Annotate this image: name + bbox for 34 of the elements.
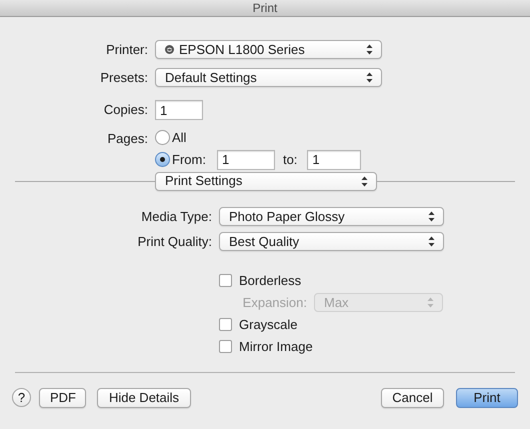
print-button[interactable]: Print <box>456 388 518 408</box>
radio-option[interactable]: From: <box>155 150 206 170</box>
printer-popup[interactable]: EPSON L1800 Series <box>155 40 382 60</box>
field-label: Pages: <box>106 130 148 148</box>
stepper-arrows-icon <box>366 44 373 56</box>
cancel-button[interactable]: Cancel <box>381 388 444 408</box>
field-label: Copies: <box>102 101 148 120</box>
stepper-arrows-icon <box>427 296 434 308</box>
printer-status-icon <box>165 45 174 54</box>
stepper-arrows-icon <box>361 176 368 186</box>
section-popup[interactable]: Print Settings <box>155 172 377 190</box>
help-button[interactable]: ? <box>12 388 31 407</box>
pdf-menu-button[interactable]: PDF <box>39 388 86 408</box>
checkbox-option[interactable]: Grayscale <box>219 314 530 334</box>
field-label: Media Type: <box>140 208 212 226</box>
radio-option[interactable]: All <box>155 128 186 148</box>
window-title: Print <box>252 0 278 17</box>
field-label: Presets: <box>99 68 148 86</box>
field-label: Print Quality: <box>136 233 212 251</box>
hide-details-button[interactable]: Hide Details <box>97 388 191 408</box>
stepper-arrows-icon <box>428 210 435 222</box>
settings-popup[interactable]: Best Quality <box>219 232 444 252</box>
to-page-field[interactable]: 1 <box>307 150 362 170</box>
from-page-field[interactable]: 1 <box>216 150 275 170</box>
copies-field[interactable]: 1 <box>155 100 203 120</box>
field-label: to: <box>282 150 298 169</box>
field-label: Expansion: <box>242 294 307 312</box>
stepper-arrows-icon <box>366 72 373 83</box>
checkbox-option[interactable]: Mirror Image <box>219 336 530 356</box>
presets-popup[interactable]: Default Settings <box>155 68 382 87</box>
settings-popup[interactable]: Photo Paper Glossy <box>219 206 444 226</box>
stepper-arrows-icon <box>428 236 435 248</box>
field-label: Printer: <box>105 41 148 59</box>
checkbox-option[interactable]: Borderless <box>219 270 530 290</box>
